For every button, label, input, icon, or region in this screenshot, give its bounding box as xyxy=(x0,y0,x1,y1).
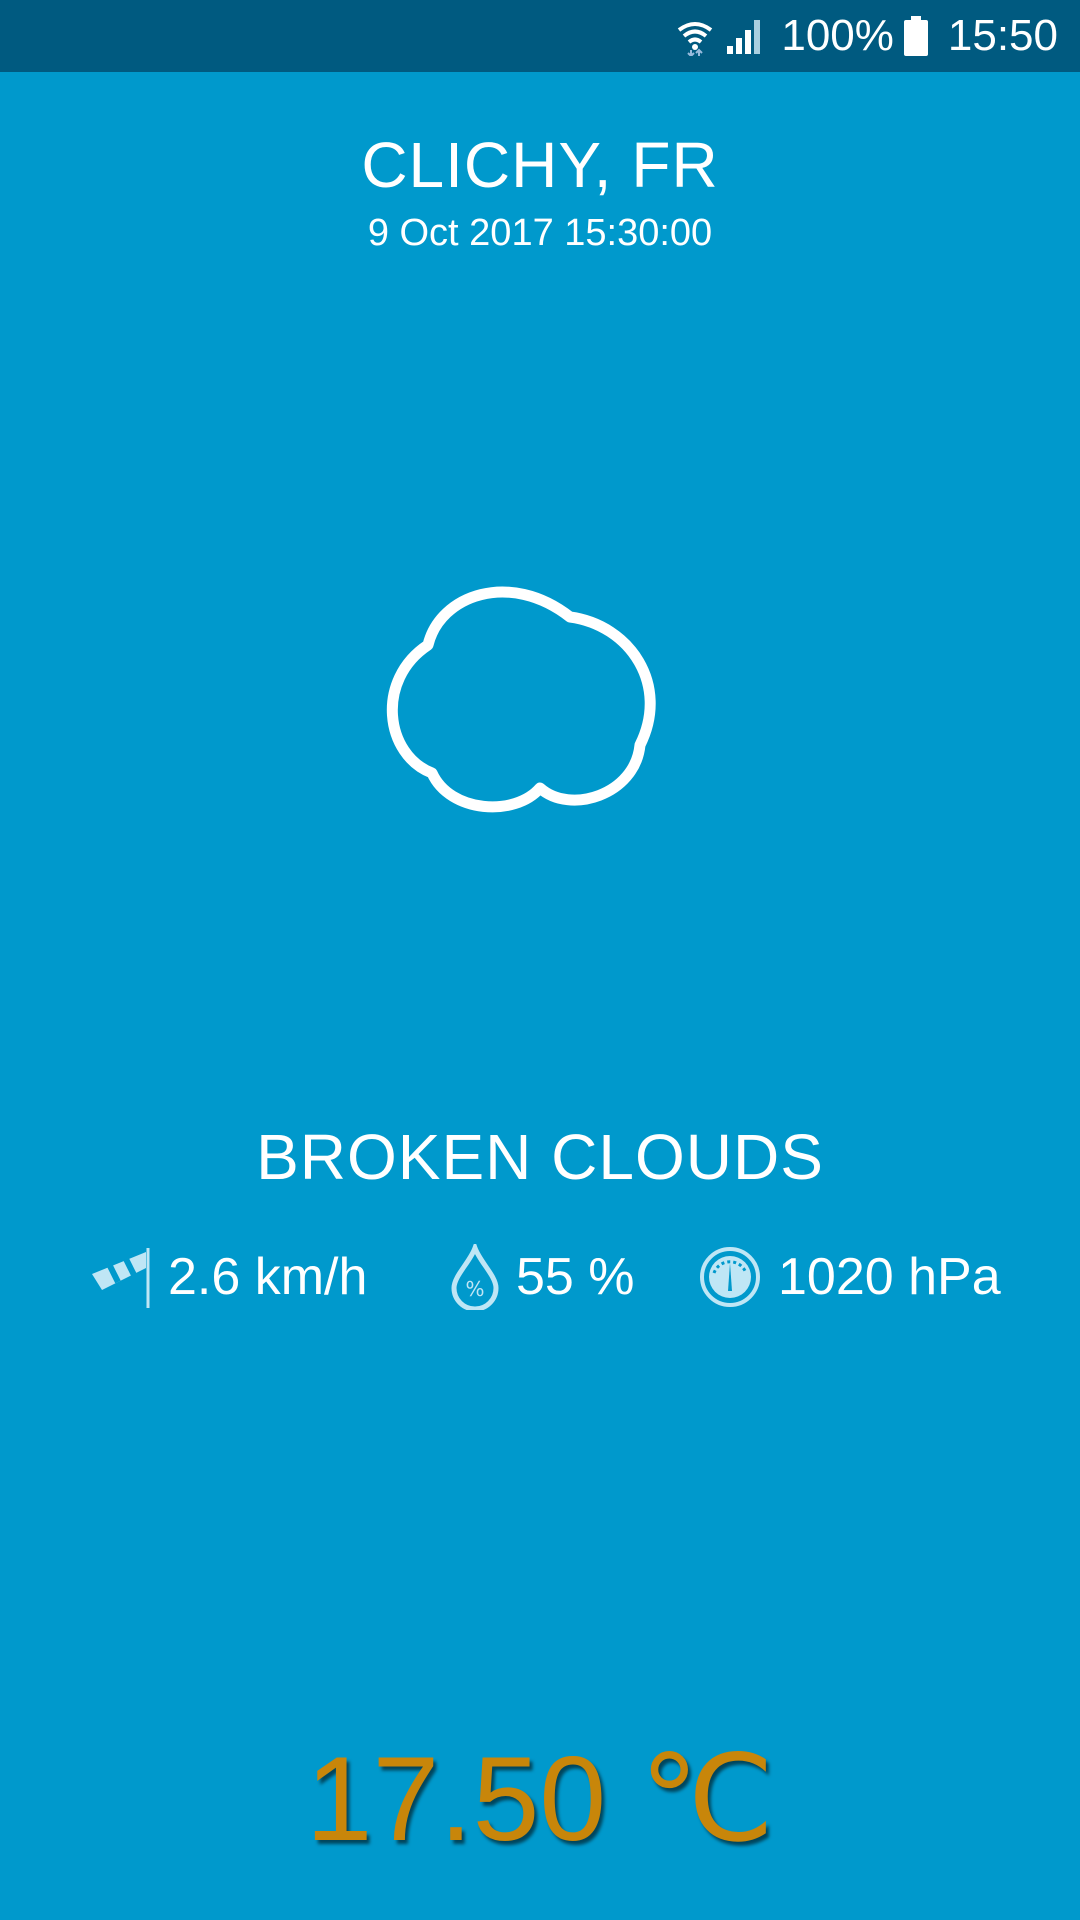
wifi-icon xyxy=(675,16,715,56)
svg-text:%: % xyxy=(465,1277,484,1301)
pressure-value: 1020 hPa xyxy=(778,1248,1001,1306)
city-name: CLICHY, FR xyxy=(361,129,719,201)
windsock-icon xyxy=(88,1244,152,1310)
barometer-icon xyxy=(698,1245,762,1309)
weather-screen: 100% 15:50 CLICHY, FR 9 Oct 2017 15:30:0… xyxy=(0,0,1080,1920)
temperature-value: 17.50 ℃ xyxy=(305,1732,775,1866)
battery-icon xyxy=(903,16,928,56)
wind-speed: 2.6 km/h xyxy=(168,1248,368,1306)
battery-percent: 100% xyxy=(781,11,894,60)
humidity-drop-icon: % xyxy=(450,1244,500,1310)
weather-stats: 2.6 km/h % 55 % 1020 hPa xyxy=(0,1242,1080,1312)
update-datetime: 9 Oct 2017 15:30:00 xyxy=(367,212,713,254)
signal-icon xyxy=(725,16,765,56)
weather-description: BROKEN CLOUDS xyxy=(256,1121,824,1193)
humidity-stat: % 55 % xyxy=(450,1242,635,1312)
cloud-icon xyxy=(370,555,710,855)
pressure-stat: 1020 hPa xyxy=(698,1242,1001,1312)
status-clock: 15:50 xyxy=(947,11,1058,60)
humidity-value: 55 % xyxy=(516,1248,635,1306)
wind-stat: 2.6 km/h xyxy=(88,1242,367,1312)
status-bar: 100% 15:50 xyxy=(0,0,1080,72)
